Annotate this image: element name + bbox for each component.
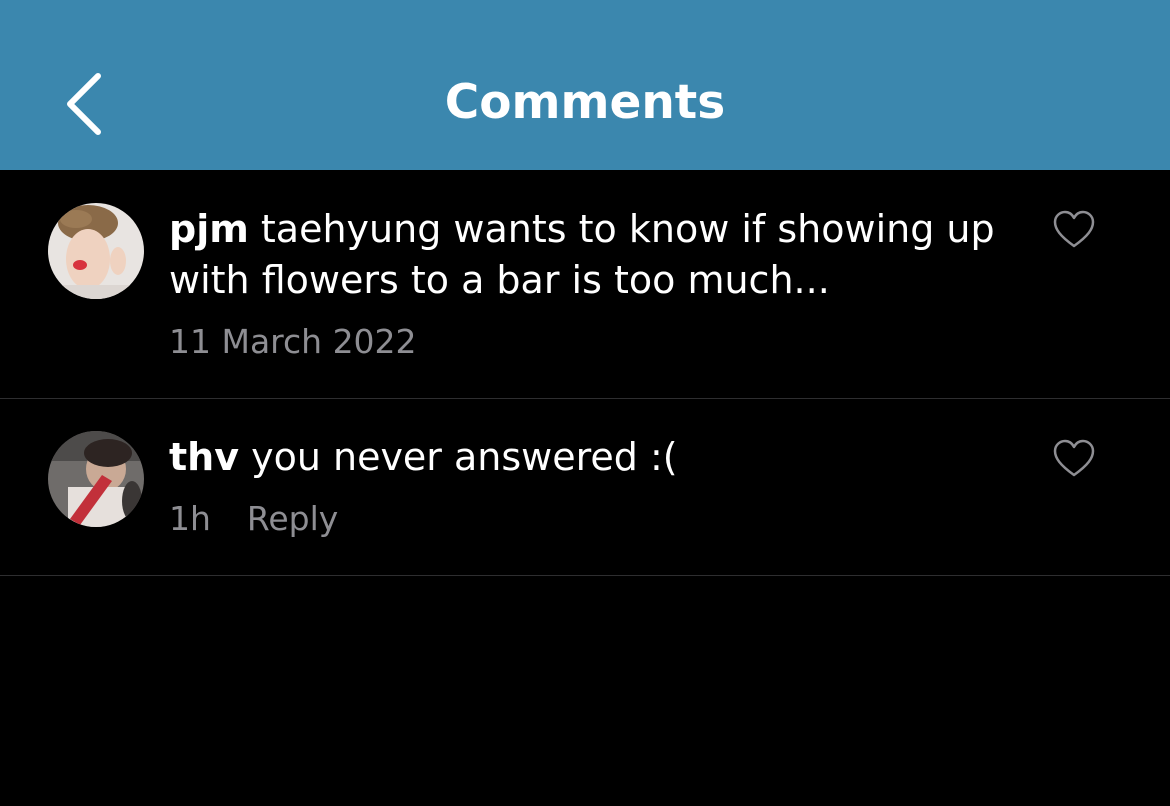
heart-outline-icon [1053,210,1095,248]
divider [0,575,1170,576]
avatar[interactable] [48,203,144,299]
avatar-photo [48,431,144,527]
avatar-photo [48,203,144,299]
comment-message: you never answered :( [239,435,678,479]
comment-item: pjm taehyung wants to know if showing up… [0,170,1170,398]
comment-text: thv you never answered :( [169,432,1019,483]
comment-meta: 11 March 2022 [169,322,417,362]
comment-message: taehyung wants to know if showing up wit… [169,207,995,302]
comment-timestamp: 11 March 2022 [169,322,417,361]
comment-timestamp: 1h [169,499,211,538]
comment-item: thv you never answered :( 1h Reply [0,399,1170,575]
avatar[interactable] [48,431,144,527]
heart-outline-icon [1053,439,1095,477]
comment-text: pjm taehyung wants to know if showing up… [169,204,1019,306]
like-button[interactable] [1052,439,1096,479]
comment-meta: 1h Reply [169,499,338,539]
reply-button[interactable]: Reply [247,499,338,538]
page-title: Comments [444,75,726,130]
comment-username[interactable]: thv [169,435,239,479]
comment-username[interactable]: pjm [169,207,249,251]
navigation-bar: Comments [0,0,1170,170]
like-button[interactable] [1052,210,1096,250]
